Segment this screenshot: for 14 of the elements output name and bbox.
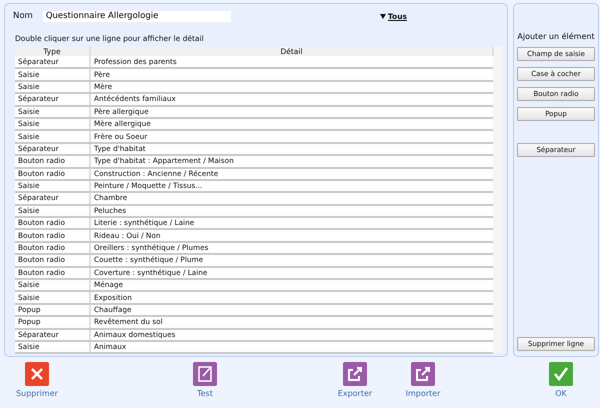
- checkmark-icon: [549, 362, 573, 386]
- action-button[interactable]: Importer: [398, 362, 448, 400]
- export-icon: [343, 362, 367, 386]
- action-button[interactable]: Test: [180, 362, 230, 400]
- action-button[interactable]: Exporter: [330, 362, 380, 400]
- export-icon: [411, 362, 435, 386]
- action-button[interactable]: OK: [536, 362, 586, 400]
- name-label: Nom: [13, 10, 33, 23]
- action-button[interactable]: Supprimer: [12, 362, 62, 400]
- panel-title: Ajouter un élément: [517, 31, 595, 43]
- name-field[interactable]: Questionnaire Allergologie: [42, 10, 231, 22]
- dropdown-triangle-icon[interactable]: [380, 14, 386, 19]
- close-icon: [25, 362, 49, 386]
- edit-icon: [193, 362, 217, 386]
